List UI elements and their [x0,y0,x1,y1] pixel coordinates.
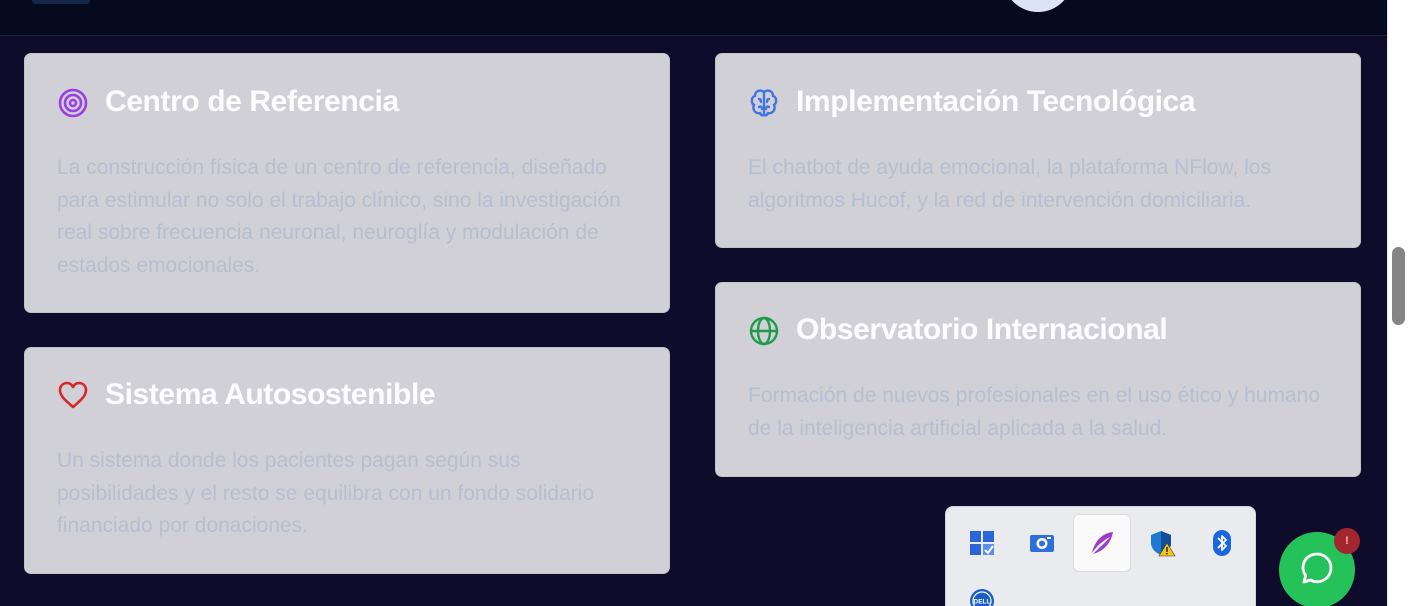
card-sistema-autosostenible: Sistema Autosostenible Un sistema donde … [24,347,670,574]
card-centro-de-referencia: Centro de Referencia La construcción fís… [24,53,670,313]
target-icon [57,87,89,119]
card-description: Formación de nuevos profesionales en el … [748,384,1321,440]
card-description: El chatbot de ayuda emocional, la plataf… [748,156,1271,212]
brain-icon [748,87,780,119]
system-tray-overflow: DELL [945,506,1256,606]
card-title: Implementación Tecnológica [796,85,1196,118]
security-warning-icon[interactable] [1134,515,1190,571]
card-implementacion-tecnologica: Implementación Tecnológica El chatbot de… [715,53,1361,248]
top-navigation-bar [0,0,1387,36]
camera-icon[interactable] [1014,515,1070,571]
card-title: Sistema Autosostenible [105,378,436,411]
card-title: Centro de Referencia [105,85,399,118]
notification-badge: ! [1334,528,1360,554]
whatsapp-icon [1300,551,1334,590]
avatar[interactable] [1003,0,1073,12]
card-description: Un sistema donde los pacientes pagan seg… [57,449,594,537]
card-observatorio-internacional: Observatorio Internacional Formación de … [715,282,1361,477]
heart-icon [57,380,89,412]
globe-icon [748,315,780,347]
quill-icon[interactable] [1074,515,1130,571]
bluetooth-icon[interactable] [1194,515,1250,571]
dell-icon[interactable]: DELL [954,573,1010,606]
scrollbar-thumb[interactable] [1392,247,1405,325]
svg-text:DELL: DELL [974,599,991,606]
card-title: Observatorio Internacional [796,313,1168,346]
widgets-icon[interactable] [954,515,1010,571]
card-description: La construcción física de un centro de r… [57,156,621,277]
site-logo[interactable] [32,0,90,4]
